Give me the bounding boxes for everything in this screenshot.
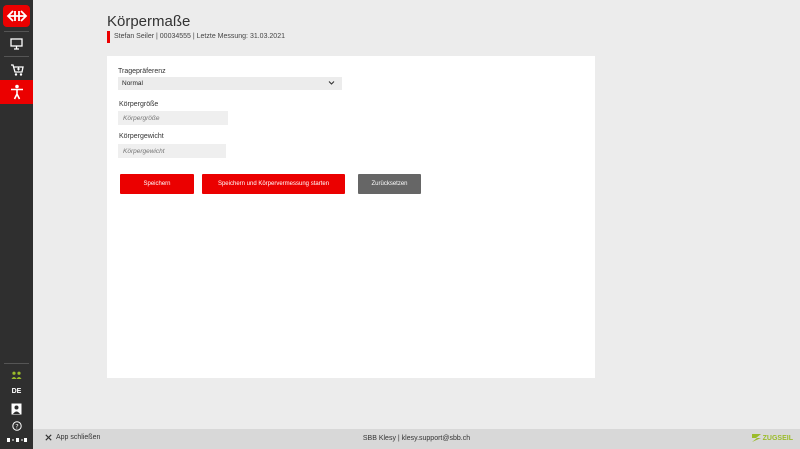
language-switch[interactable]: DE <box>0 386 33 396</box>
customer-info: Stefan Seiler | 00034555 | Letzte Messun… <box>114 33 285 40</box>
chevron-down-icon <box>328 81 335 85</box>
reset-button[interactable]: Zurücksetzen <box>358 174 421 194</box>
bmp-logo <box>0 435 33 445</box>
save-button[interactable]: Speichern <box>120 174 194 194</box>
brand-logo: ZUGSEIL <box>751 434 793 442</box>
person-measure-icon <box>10 84 23 100</box>
monitor-icon <box>10 38 23 50</box>
save-and-measure-button[interactable]: Speichern und Körpervermessung starten <box>202 174 345 194</box>
sbb-logo-icon[interactable] <box>3 5 30 27</box>
brand-mark-icon <box>751 434 761 442</box>
help-button[interactable]: ? <box>0 420 33 432</box>
brand-label: ZUGSEIL <box>762 434 793 442</box>
profile-button[interactable] <box>0 402 33 415</box>
nav-item-device[interactable] <box>0 32 33 56</box>
sidebar: DE ? <box>0 0 33 449</box>
page-title: Körpermaße <box>107 13 191 30</box>
tragepraeferenz-value: Normal <box>122 80 143 87</box>
tragepraeferenz-select[interactable]: Normal <box>118 77 342 90</box>
nav-item-shop[interactable] <box>0 58 33 82</box>
nav-item-body-measurements[interactable] <box>0 80 33 104</box>
bmp-icon <box>6 438 27 442</box>
koerpergewicht-label: Körpergewicht <box>119 133 164 140</box>
language-label: DE <box>11 387 22 395</box>
nav-divider <box>4 56 29 57</box>
koerpergewicht-input[interactable] <box>118 144 226 158</box>
help-icon: ? <box>11 421 22 431</box>
users-icon <box>11 371 22 379</box>
nav-divider <box>4 363 29 364</box>
accent-bar <box>107 31 110 43</box>
footer: App schließen SBB Klesy | klesy.support@… <box>33 429 800 449</box>
koerpergroesse-input[interactable] <box>118 111 228 125</box>
cart-icon <box>10 64 24 76</box>
koerpergroesse-label: Körpergröße <box>119 101 159 108</box>
svg-text:?: ? <box>15 422 18 430</box>
measurements-card: Tragepräferenz Normal Körpergröße Körper… <box>107 56 595 378</box>
profile-icon <box>11 403 22 414</box>
support-info: SBB Klesy | klesy.support@sbb.ch <box>362 435 471 442</box>
users-button[interactable] <box>0 369 33 383</box>
tragepraeferenz-label: Tragepräferenz <box>118 68 166 75</box>
